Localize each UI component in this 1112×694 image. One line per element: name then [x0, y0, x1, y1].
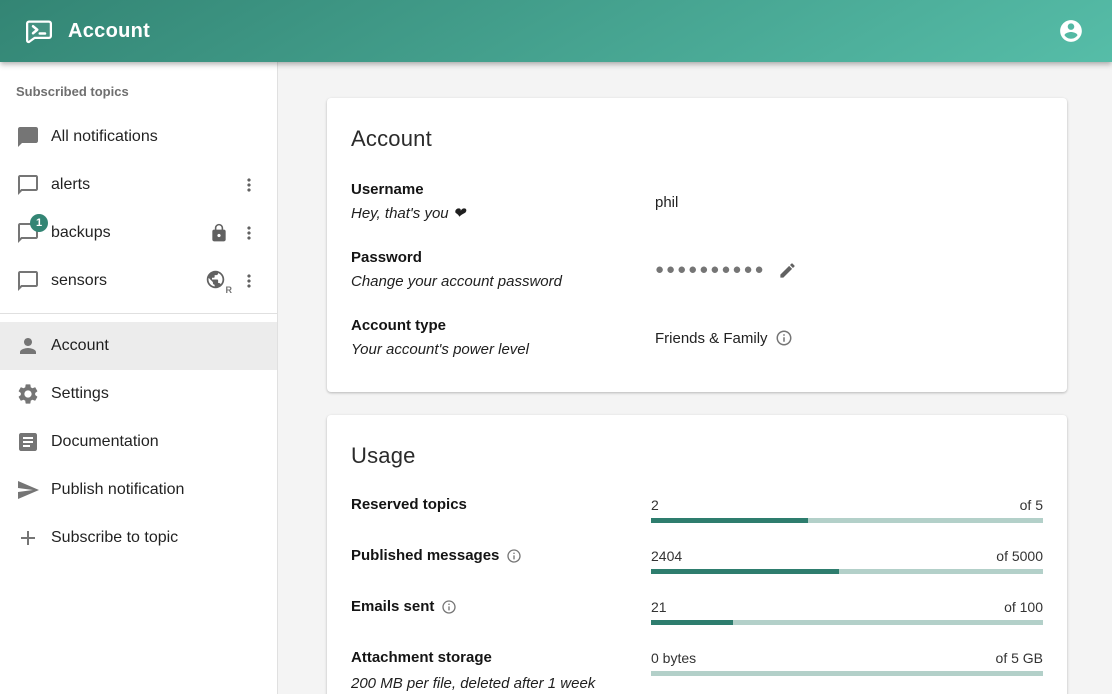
password-row: Password Change your account password ●●…: [351, 246, 1043, 294]
chat-bubble-outline-icon: [16, 269, 40, 293]
usage-card-title: Usage: [351, 443, 1043, 469]
topic-menu-button[interactable]: [237, 221, 261, 245]
username-row: Username Hey, that's you ❤ phil: [351, 178, 1043, 226]
ntfy-logo-icon: [24, 16, 54, 46]
account-menu-button[interactable]: [1052, 12, 1090, 50]
lock-icon: [209, 223, 229, 243]
reserved-topics-meter: 2 of 5: [651, 495, 1043, 523]
person-icon: [16, 334, 40, 358]
sidebar-item-subscribe-to-topic[interactable]: Subscribe to topic: [0, 514, 277, 562]
progress-bar: [651, 518, 1043, 523]
unread-count-badge: 1: [30, 214, 48, 232]
chat-bubble-outline-icon: [16, 173, 40, 197]
kebab-icon: [239, 223, 259, 243]
reserved-topics-label: Reserved topics: [351, 495, 651, 515]
sidebar-item-settings[interactable]: Settings: [0, 370, 277, 418]
reserved-public-icon: R: [205, 269, 229, 293]
account-type-sublabel: Your account's power level: [351, 338, 655, 362]
info-icon: [506, 548, 522, 564]
page-title: Account: [68, 20, 150, 43]
nav-label: Subscribe to topic: [51, 529, 261, 547]
attachment-storage-meter: 0 bytes of 5 GB: [651, 648, 1043, 676]
topic-label: sensors: [51, 272, 205, 290]
published-messages-label: Published messages: [351, 546, 499, 566]
emails-sent-row: Emails sent 21 of 100: [351, 597, 1043, 625]
meter-current: 21: [651, 597, 667, 617]
username-value: phil: [655, 194, 678, 211]
emails-sent-meter: 21 of 100: [651, 597, 1043, 625]
kebab-icon: [239, 271, 259, 291]
reserved-marker-label: R: [226, 285, 233, 295]
account-card: Account Username Hey, that's you ❤ phil …: [327, 98, 1067, 392]
gear-icon: [16, 382, 40, 406]
progress-bar: [651, 569, 1043, 574]
account-type-label: Account type: [351, 314, 655, 338]
topic-label: backups: [51, 224, 209, 242]
sidebar-item-account[interactable]: Account: [0, 322, 277, 370]
progress-bar: [651, 671, 1043, 676]
password-masked-value: ●●●●●●●●●●: [655, 261, 766, 279]
info-icon: [775, 329, 793, 347]
usage-card: Usage Reserved topics 2 of 5: [327, 415, 1067, 694]
meter-current: 2: [651, 495, 659, 515]
meter-limit: of 5000: [996, 546, 1043, 566]
chat-bubble-outline-icon: 1: [16, 221, 40, 245]
published-messages-info-button[interactable]: [506, 548, 522, 564]
send-icon: [16, 478, 40, 502]
attachment-storage-row: Attachment storage 200 MB per file, dele…: [351, 648, 1043, 694]
attachment-storage-sublabel: 200 MB per file, deleted after 1 week: [351, 672, 651, 694]
sidebar-item-alerts[interactable]: alerts: [0, 161, 277, 209]
subscribed-topics-label: Subscribed topics: [0, 76, 277, 113]
nav-label: Documentation: [51, 433, 261, 451]
username-label: Username: [351, 178, 655, 202]
info-icon: [441, 599, 457, 615]
account-type-info-button[interactable]: [775, 329, 793, 347]
sidebar-item-all-notifications[interactable]: All notifications: [0, 113, 277, 161]
password-sublabel: Change your account password: [351, 270, 655, 294]
sidebar-divider: [0, 313, 277, 314]
main-content: Account Username Hey, that's you ❤ phil …: [278, 62, 1112, 694]
meter-current: 0 bytes: [651, 648, 696, 668]
attachment-storage-label: Attachment storage: [351, 648, 651, 668]
nav-label: Settings: [51, 385, 261, 403]
plus-icon: [16, 526, 40, 550]
edit-password-button[interactable]: [776, 259, 799, 282]
username-sublabel: Hey, that's you ❤: [351, 202, 655, 226]
chat-bubble-filled-icon: [16, 125, 40, 149]
published-messages-row: Published messages 2404 of 5000: [351, 546, 1043, 574]
kebab-icon: [239, 175, 259, 195]
topic-label: alerts: [51, 176, 237, 194]
meter-current: 2404: [651, 546, 682, 566]
nav-label: Publish notification: [51, 481, 261, 499]
app-bar: Account: [0, 0, 1112, 62]
meter-limit: of 5: [1020, 495, 1043, 515]
sidebar-item-documentation[interactable]: Documentation: [0, 418, 277, 466]
meter-limit: of 100: [1004, 597, 1043, 617]
emails-sent-info-button[interactable]: [441, 599, 457, 615]
nav-label: Account: [51, 337, 261, 355]
article-icon: [16, 430, 40, 454]
account-type-value: Friends & Family: [655, 330, 768, 347]
meter-limit: of 5 GB: [996, 648, 1043, 668]
published-messages-meter: 2404 of 5000: [651, 546, 1043, 574]
account-circle-icon: [1058, 18, 1084, 44]
topic-menu-button[interactable]: [237, 173, 261, 197]
password-label: Password: [351, 246, 655, 270]
reserved-topics-row: Reserved topics 2 of 5: [351, 495, 1043, 523]
account-card-title: Account: [351, 126, 1043, 152]
topic-menu-button[interactable]: [237, 269, 261, 293]
pencil-icon: [778, 261, 797, 280]
topic-label: All notifications: [51, 128, 261, 146]
sidebar-item-publish-notification[interactable]: Publish notification: [0, 466, 277, 514]
account-type-row: Account type Your account's power level …: [351, 314, 1043, 362]
progress-bar: [651, 620, 1043, 625]
sidebar-item-sensors[interactable]: sensors R: [0, 257, 277, 305]
sidebar-item-backups[interactable]: 1 backups: [0, 209, 277, 257]
emails-sent-label: Emails sent: [351, 597, 434, 617]
sidebar: Subscribed topics All notifications aler…: [0, 62, 278, 694]
